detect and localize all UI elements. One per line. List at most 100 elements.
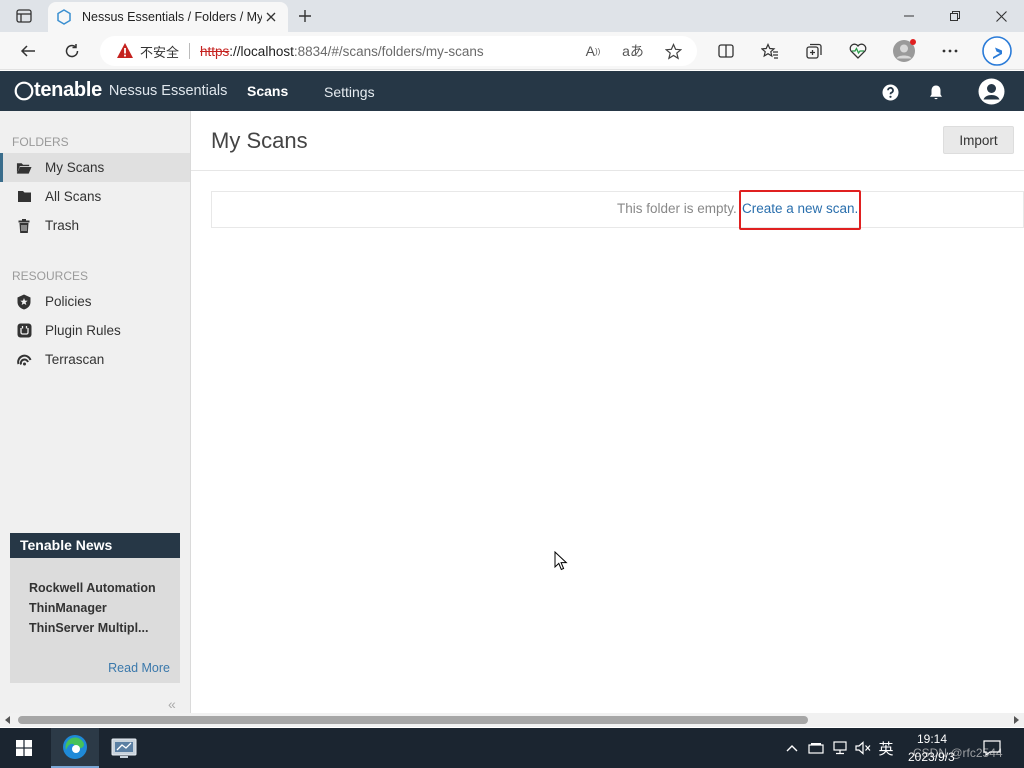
- empty-folder-message: This folder is empty.: [617, 201, 737, 216]
- close-window-button[interactable]: [978, 0, 1024, 32]
- brand-name: tenable: [34, 79, 102, 101]
- collapse-sidebar-icon[interactable]: «: [168, 696, 176, 712]
- restore-button[interactable]: [932, 0, 978, 32]
- nav-settings[interactable]: Settings: [324, 84, 375, 100]
- collections-button[interactable]: [800, 37, 828, 65]
- tab-close-icon[interactable]: [262, 8, 280, 26]
- not-secure-label[interactable]: 不安全: [140, 42, 179, 61]
- favorites-button[interactable]: [756, 37, 784, 65]
- mouse-cursor-icon: [554, 551, 568, 571]
- notifications-button[interactable]: [925, 81, 947, 103]
- news-headline[interactable]: Rockwell Automation ThinManager ThinServ…: [10, 558, 180, 638]
- scroll-right-icon[interactable]: [1011, 715, 1021, 725]
- split-screen-button[interactable]: [712, 37, 740, 65]
- app-header: tenable Nessus Essentials Scans Settings: [0, 71, 1024, 111]
- sidebar-item-my-scans[interactable]: My Scans: [0, 153, 190, 182]
- sidebar: FOLDERS My Scans All Scans Trash RESOURC…: [0, 111, 191, 713]
- address-bar[interactable]: 不安全 https://localhost:8834/#/scans/folde…: [100, 36, 697, 66]
- bing-icon: [982, 36, 1012, 66]
- sidebar-item-label: Plugin Rules: [45, 323, 121, 338]
- taskbar-app-button[interactable]: [100, 728, 148, 768]
- tab-actions-button[interactable]: [8, 6, 40, 26]
- news-headline-line: ThinServer Multipl...: [29, 621, 149, 635]
- heart-pulse-icon: [849, 43, 867, 59]
- nessus-favicon-icon: [57, 9, 71, 25]
- browser-tab-strip: Nessus Essentials / Folders / My Scans: [0, 0, 1024, 32]
- windows-taskbar: 英 19:14 CSDN @rfc2544 2023/9/3: [0, 728, 1024, 768]
- bell-icon: [930, 85, 942, 99]
- minimize-icon: [904, 15, 914, 17]
- page-title: My Scans: [211, 128, 308, 153]
- profile-avatar-icon: [893, 39, 916, 62]
- sidebar-item-policies[interactable]: Policies: [0, 287, 190, 316]
- folder-open-icon: [16, 160, 32, 176]
- news-headline-line: ThinManager: [29, 601, 107, 615]
- url-host: ://localhost: [229, 43, 294, 59]
- url-path: :8834/#/scans/folders/my-scans: [293, 43, 484, 59]
- plugin-icon: [16, 323, 32, 339]
- help-icon: [882, 84, 898, 100]
- trash-icon: [16, 218, 32, 234]
- start-button[interactable]: [0, 728, 48, 768]
- tray-network-icon[interactable]: [830, 738, 850, 758]
- more-options-button[interactable]: [936, 37, 964, 65]
- horizontal-scrollbar[interactable]: [0, 713, 1024, 727]
- tab-actions-icon: [16, 9, 32, 23]
- sidebar-item-plugin-rules[interactable]: Plugin Rules: [0, 316, 190, 345]
- url-protocol: https: [200, 43, 230, 59]
- tenable-logo-icon: [14, 81, 34, 100]
- minimize-button[interactable]: [886, 0, 932, 32]
- news-headline-line: Rockwell Automation: [29, 581, 156, 595]
- browser-tab-active[interactable]: Nessus Essentials / Folders / My Scans: [48, 2, 288, 32]
- read-more-link[interactable]: Read More: [108, 661, 170, 675]
- taskbar-edge-button[interactable]: [51, 728, 99, 768]
- refresh-button[interactable]: [58, 37, 86, 65]
- address-separator: [189, 43, 191, 59]
- back-button[interactable]: [14, 37, 42, 65]
- collections-icon: [806, 43, 822, 59]
- product-name: Nessus Essentials: [108, 82, 228, 99]
- news-panel: Tenable News Rockwell Automation ThinMan…: [10, 533, 180, 683]
- user-menu-button[interactable]: [977, 77, 1005, 105]
- notification-center-icon[interactable]: [982, 738, 1002, 758]
- favorite-star-icon[interactable]: [662, 41, 684, 61]
- tray-drive-icon[interactable]: [806, 738, 826, 758]
- sidebar-item-trash[interactable]: Trash: [0, 211, 190, 240]
- arrow-left-icon: [20, 45, 35, 57]
- read-aloud-icon[interactable]: A)): [582, 41, 604, 61]
- tray-ime-indicator[interactable]: 英: [876, 738, 896, 758]
- browser-toolbar: 不安全 https://localhost:8834/#/scans/folde…: [0, 32, 1024, 70]
- sidebar-item-all-scans[interactable]: All Scans: [0, 182, 190, 211]
- new-tab-button[interactable]: [294, 6, 316, 26]
- user-avatar-icon: [978, 78, 1004, 104]
- sidebar-item-label: Terrascan: [45, 352, 105, 367]
- scroll-left-icon[interactable]: [3, 715, 13, 725]
- nav-scans[interactable]: Scans: [247, 83, 288, 99]
- server-manager-icon: [111, 738, 137, 758]
- resources-section-label: RESOURCES: [12, 269, 89, 283]
- help-button[interactable]: [879, 81, 901, 103]
- edge-icon: [63, 735, 87, 759]
- shield-icon: [16, 294, 32, 310]
- news-title: Tenable News: [10, 533, 180, 558]
- warning-icon: [117, 43, 133, 58]
- url-text[interactable]: https://localhost:8834/#/scans/folders/m…: [200, 44, 484, 59]
- tenable-logo[interactable]: tenable Nessus Essentials: [14, 79, 227, 102]
- bing-chat-button[interactable]: [982, 36, 1012, 66]
- tray-overflow-icon[interactable]: [782, 738, 802, 758]
- clock-time[interactable]: 19:14: [917, 732, 947, 746]
- scrollbar-thumb[interactable]: [18, 716, 808, 724]
- import-button[interactable]: Import: [943, 126, 1014, 154]
- sidebar-item-label: My Scans: [45, 160, 105, 175]
- sidebar-item-terrascan[interactable]: Terrascan: [0, 345, 190, 374]
- more-dots-icon: [942, 49, 958, 53]
- clock-date[interactable]: 2023/9/3: [908, 750, 955, 764]
- tray-volume-muted-icon[interactable]: [853, 738, 873, 758]
- browser-essentials-button[interactable]: [844, 37, 872, 65]
- split-screen-icon: [718, 44, 734, 58]
- plus-icon: [299, 10, 311, 22]
- profile-button[interactable]: [890, 37, 918, 65]
- translate-icon[interactable]: aあ: [622, 41, 644, 61]
- main-content: My Scans Import This folder is empty. Cr…: [191, 111, 1024, 713]
- windows-logo-icon: [16, 740, 32, 756]
